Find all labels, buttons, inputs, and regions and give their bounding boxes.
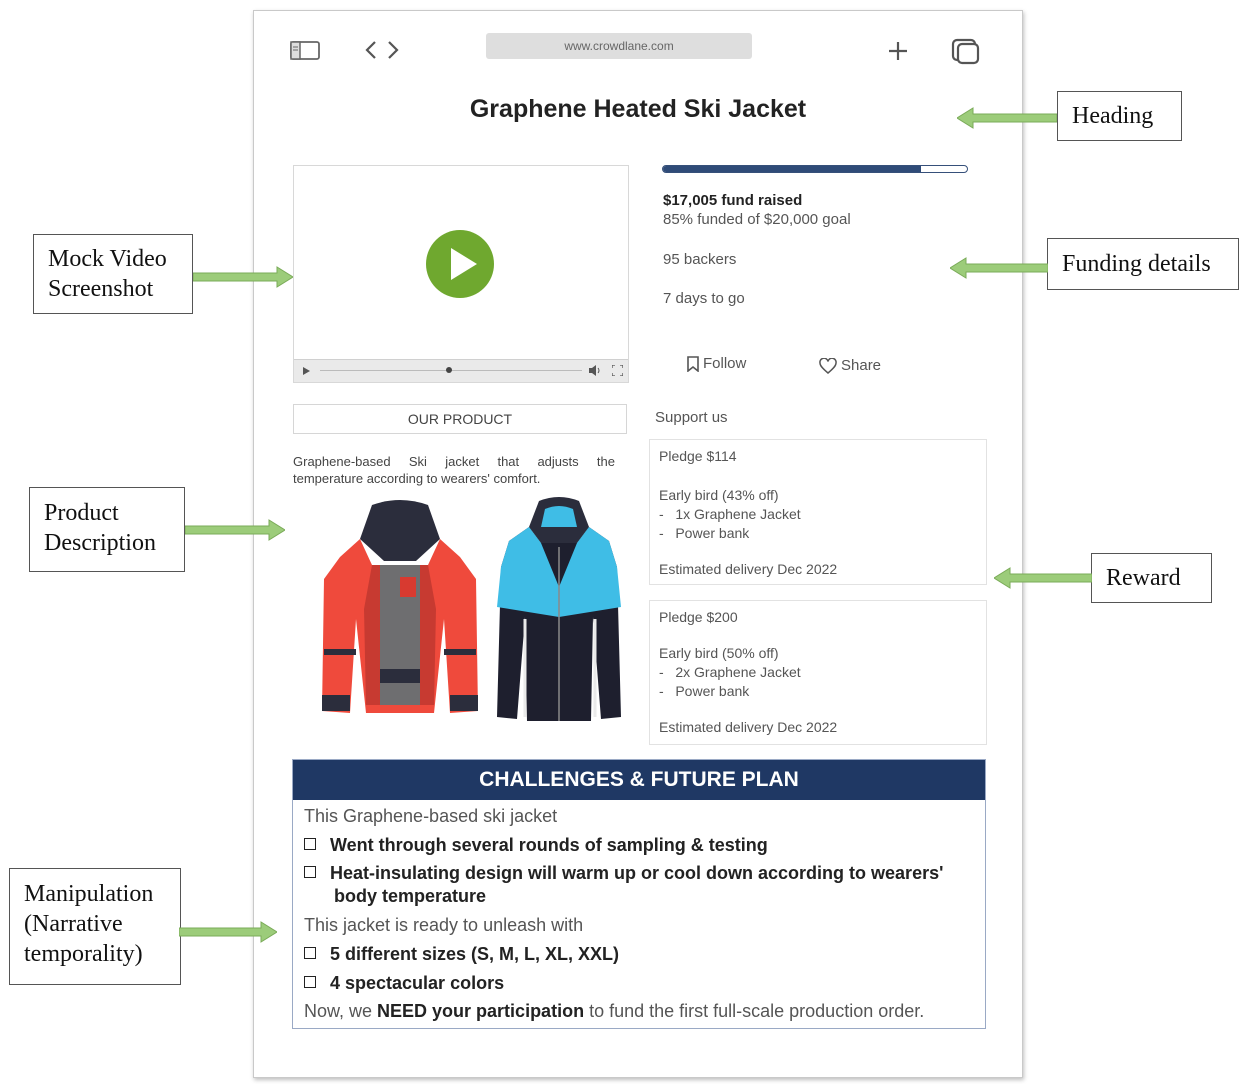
challenges-bullet-continuation: body temperature xyxy=(334,886,487,906)
annotation-funding-details: Funding details xyxy=(1047,238,1239,290)
product-description: Graphene-based Ski jacket that adjusts t… xyxy=(293,454,615,486)
play-icon[interactable] xyxy=(425,229,495,299)
tablet-frame: www.crowdlane.com Graphene Heated Ski Ja… xyxy=(253,10,1023,1078)
annotation-heading: Heading xyxy=(1057,91,1182,141)
challenges-bullet: Went through several rounds of sampling … xyxy=(304,835,768,856)
sidebar-icon[interactable] xyxy=(290,41,320,61)
annotation-product-description: Product Description xyxy=(29,487,185,572)
seek-handle[interactable] xyxy=(446,367,452,373)
pledge-offer: Early bird (50% off) xyxy=(659,645,779,661)
arrow-icon xyxy=(178,920,278,949)
tabs-icon[interactable] xyxy=(951,38,981,66)
arrow-icon xyxy=(184,518,286,547)
backers-count: 95 backers xyxy=(663,251,737,268)
fund-goal: 85% funded of $20,000 goal xyxy=(663,211,851,228)
arrow-icon xyxy=(956,106,1058,135)
arrow-icon xyxy=(192,265,294,294)
annotation-mock-video: Mock Video Screenshot xyxy=(33,234,193,314)
back-icon[interactable] xyxy=(364,39,378,61)
challenges-intro: This Graphene-based ski jacket xyxy=(304,806,558,826)
funding-progress-fill xyxy=(663,166,922,172)
url-bar[interactable]: www.crowdlane.com xyxy=(486,33,752,59)
pledge-item: - 1x Graphene Jacket xyxy=(659,506,801,522)
challenges-bullet: Heat-insulating design will warm up or c… xyxy=(304,863,943,884)
challenges-closing: Now, we NEED your participation to fund … xyxy=(304,1001,925,1021)
arrow-icon xyxy=(949,256,1049,285)
checkbox-icon xyxy=(304,947,316,959)
challenges-intro: This jacket is ready to unleash with xyxy=(304,915,584,935)
our-product-tab[interactable]: OUR PRODUCT xyxy=(293,404,627,434)
jacket-image-blue xyxy=(495,497,625,732)
fullscreen-icon[interactable] xyxy=(612,365,623,376)
share-button[interactable]: Share xyxy=(819,357,881,374)
video-controls xyxy=(294,359,628,382)
pledge-item: - Power bank xyxy=(659,525,750,541)
pledge-delivery: Estimated delivery Dec 2022 xyxy=(659,561,838,577)
volume-icon[interactable] xyxy=(589,365,601,376)
challenges-header: CHALLENGES & FUTURE PLAN xyxy=(293,760,985,800)
page-title: Graphene Heated Ski Jacket xyxy=(469,95,807,123)
checkbox-icon xyxy=(304,976,316,988)
funding-progress-bar xyxy=(662,165,968,173)
annotation-reward: Reward xyxy=(1091,553,1212,603)
pledge-card-114[interactable]: Pledge $114 Early bird (43% off) - 1x Gr… xyxy=(649,439,987,585)
pledge-offer: Early bird (43% off) xyxy=(659,487,779,503)
pledge-card-200[interactable]: Pledge $200 Early bird (50% off) - 2x Gr… xyxy=(649,600,987,745)
arrow-icon xyxy=(993,566,1093,595)
follow-button[interactable]: Follow xyxy=(687,355,746,372)
challenges-bullet: 5 different sizes (S, M, L, XL, XXL) xyxy=(304,944,619,965)
pledge-item: - 2x Graphene Jacket xyxy=(659,664,801,680)
heart-icon xyxy=(819,357,837,374)
pledge-title: Pledge $114 xyxy=(659,448,737,464)
jacket-image-red xyxy=(320,499,480,729)
new-tab-icon[interactable] xyxy=(887,40,909,62)
pledge-item: - Power bank xyxy=(659,683,750,699)
challenges-bullet: 4 spectacular colors xyxy=(304,973,504,994)
checkbox-icon xyxy=(304,866,316,878)
follow-label: Follow xyxy=(703,355,747,372)
bookmark-icon xyxy=(687,355,699,372)
support-title: Support us xyxy=(655,409,728,426)
fund-raised: $17,005 fund raised xyxy=(663,192,803,209)
pledge-title: Pledge $200 xyxy=(659,609,738,625)
checkbox-icon xyxy=(304,838,316,850)
challenges-panel: CHALLENGES & FUTURE PLAN This Graphene-b… xyxy=(292,759,986,1029)
days-to-go: 7 days to go xyxy=(663,290,745,307)
pledge-delivery: Estimated delivery Dec 2022 xyxy=(659,719,838,735)
annotation-manipulation: Manipulation (Narrative temporality) xyxy=(9,868,181,985)
small-play-icon[interactable] xyxy=(303,367,311,375)
video-player[interactable] xyxy=(293,165,629,383)
share-label: Share xyxy=(841,357,882,374)
forward-icon[interactable] xyxy=(386,39,400,61)
